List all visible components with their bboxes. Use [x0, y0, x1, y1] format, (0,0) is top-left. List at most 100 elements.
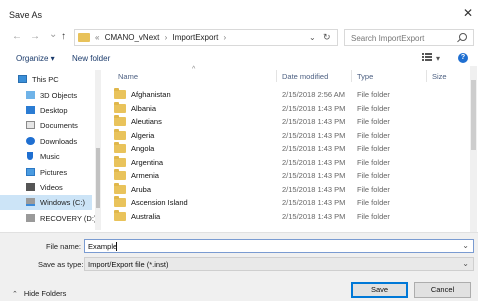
- save-as-type-value: Import/Export file (*.inst): [88, 260, 169, 269]
- search-input[interactable]: Search ImportExport: [351, 34, 424, 43]
- address-dropdown-icon[interactable]: ⌄: [309, 33, 316, 42]
- back-arrow-icon[interactable]: ←: [12, 31, 22, 43]
- scrollbar-thumb[interactable]: [471, 80, 476, 150]
- file-type: File folder: [357, 130, 390, 140]
- computer-icon: [18, 75, 27, 83]
- breadcrumb-item-cmano-vnext[interactable]: CMANO_vNext: [105, 33, 160, 42]
- music-icon: [27, 152, 33, 160]
- up-arrow-icon[interactable]: ↑: [61, 31, 66, 43]
- folder-icon: [114, 142, 126, 153]
- search-box[interactable]: Search ImportExport: [344, 29, 474, 46]
- close-icon[interactable]: ✕: [463, 7, 473, 19]
- list-item[interactable]: Ascension Island 2/15/2018 1:43 PM File …: [104, 196, 468, 210]
- breadcrumb-item-importexport[interactable]: ImportExport: [173, 33, 219, 42]
- list-item[interactable]: Aruba 2/15/2018 1:43 PM File folder: [104, 182, 468, 197]
- sidebar-item-3d-objects[interactable]: 3D Objects: [0, 88, 92, 103]
- folder-icon: [114, 196, 126, 207]
- file-date: 2/15/2018 1:43 PM: [282, 144, 346, 153]
- text-cursor: [116, 242, 117, 251]
- chevron-down-icon[interactable]: ⌄: [462, 241, 469, 250]
- help-icon[interactable]: ?: [458, 53, 468, 63]
- sidebar-item-pictures[interactable]: Pictures: [0, 165, 92, 180]
- file-list-scrollbar[interactable]: [470, 66, 477, 232]
- sidebar-item-music[interactable]: Music: [0, 149, 92, 164]
- pictures-icon: [26, 168, 35, 176]
- sidebar-item-documents[interactable]: Documents: [0, 118, 92, 133]
- list-item[interactable]: Algeria 2/15/2018 1:43 PM File folder: [104, 128, 468, 143]
- folder-icon: [114, 182, 126, 194]
- drive-icon: [26, 198, 35, 206]
- sidebar-item-label: Windows (C:): [40, 198, 86, 207]
- address-bar[interactable]: « CMANO_vNext › ImportExport › ⌄ ↻: [74, 29, 338, 46]
- forward-arrow-icon[interactable]: →: [30, 31, 40, 43]
- file-name: Albania: [131, 103, 157, 113]
- organize-button[interactable]: Organize ▾: [16, 54, 55, 63]
- sidebar-item-label: Music: [40, 152, 60, 161]
- navigation-pane-scrollbar[interactable]: [95, 70, 101, 230]
- folder-icon: [114, 155, 126, 167]
- sidebar-item-label: Videos: [40, 183, 63, 192]
- file-date: 2/15/2018 1:43 PM: [282, 171, 346, 180]
- new-folder-button[interactable]: New folder: [72, 54, 110, 63]
- sidebar-item-downloads[interactable]: Downloads: [0, 134, 92, 149]
- scrollbar-thumb[interactable]: [96, 148, 100, 208]
- file-date: 2/15/2018 1:43 PM: [282, 130, 346, 140]
- hide-folders-label: Hide Folders: [23, 289, 67, 298]
- sidebar-item-label: RECOVERY (D:): [40, 214, 97, 223]
- view-options-dropdown-icon[interactable]: ▾: [436, 54, 440, 63]
- recent-locations-icon[interactable]: ⌄: [49, 29, 57, 41]
- save-button[interactable]: Save: [351, 282, 408, 298]
- hide-folders-toggle[interactable]: ⌃ Hide Folders: [12, 289, 66, 298]
- sidebar-item-videos[interactable]: Videos: [0, 180, 92, 195]
- refresh-icon[interactable]: ↻: [323, 32, 331, 43]
- file-date: 2/15/2018 1:43 PM: [282, 211, 346, 221]
- column-header-date-modified[interactable]: Date modified: [282, 72, 328, 81]
- folder-icon: [114, 169, 126, 180]
- column-divider[interactable]: [276, 70, 277, 82]
- sidebar-item-label: Documents: [40, 121, 78, 130]
- list-item[interactable]: Australia 2/15/2018 1:43 PM File folder: [104, 209, 468, 224]
- list-item[interactable]: Angola 2/15/2018 1:43 PM File folder: [104, 142, 468, 156]
- cancel-button[interactable]: Cancel: [414, 282, 471, 298]
- sidebar-item-label: 3D Objects: [40, 91, 78, 100]
- save-as-type-label: Save as type:: [38, 260, 84, 269]
- file-name: Ascension Island: [131, 198, 188, 207]
- sidebar-item-recovery-d[interactable]: RECOVERY (D:): [0, 211, 96, 226]
- sidebar-item-this-pc[interactable]: This PC: [0, 72, 92, 87]
- file-name: Aleutians: [131, 117, 162, 126]
- breadcrumb: « CMANO_vNext › ImportExport ›: [95, 33, 229, 42]
- list-item[interactable]: Armenia 2/15/2018 1:43 PM File folder: [104, 169, 468, 183]
- file-type: File folder: [357, 184, 390, 194]
- view-options-icon[interactable]: [422, 53, 432, 62]
- chevron-up-icon: ⌃: [12, 291, 18, 298]
- sidebar-item-windows-c[interactable]: Windows (C:): [0, 195, 92, 210]
- save-form: File name: Example ⌄ Save as type: Impor…: [0, 232, 478, 301]
- drive-icon: [26, 214, 35, 222]
- list-item[interactable]: Afghanistan 2/15/2018 2:56 AM File folde…: [104, 88, 468, 102]
- sidebar-item-desktop[interactable]: Desktop: [0, 103, 92, 118]
- list-item[interactable]: Albania 2/15/2018 1:43 PM File folder: [104, 101, 468, 116]
- file-name-field[interactable]: Example ⌄: [84, 239, 474, 253]
- breadcrumb-overflow[interactable]: «: [95, 33, 99, 42]
- search-icon[interactable]: [459, 33, 467, 41]
- file-name: Angola: [131, 144, 155, 153]
- file-type: File folder: [357, 144, 390, 153]
- chevron-down-icon[interactable]: ⌄: [462, 259, 469, 268]
- column-divider[interactable]: [351, 70, 352, 82]
- file-name: Algeria: [131, 130, 155, 140]
- file-date: 2/15/2018 1:43 PM: [282, 184, 346, 194]
- list-item[interactable]: Aleutians 2/15/2018 1:43 PM File folder: [104, 115, 468, 129]
- file-date: 2/15/2018 1:43 PM: [282, 198, 346, 207]
- file-name-value[interactable]: Example: [88, 242, 117, 251]
- breadcrumb-separator[interactable]: ›: [165, 33, 168, 42]
- save-as-type-select[interactable]: Import/Export file (*.inst) ⌄: [84, 257, 474, 271]
- column-header-name[interactable]: Name: [118, 72, 138, 81]
- breadcrumb-separator[interactable]: ›: [224, 33, 227, 42]
- column-header-type[interactable]: Type: [357, 72, 373, 81]
- file-type: File folder: [357, 171, 390, 180]
- list-item[interactable]: Argentina 2/15/2018 1:43 PM File folder: [104, 155, 468, 170]
- file-name: Argentina: [131, 157, 164, 167]
- file-type: File folder: [357, 198, 390, 207]
- column-header-size[interactable]: Size: [432, 72, 447, 81]
- column-divider[interactable]: [426, 70, 427, 82]
